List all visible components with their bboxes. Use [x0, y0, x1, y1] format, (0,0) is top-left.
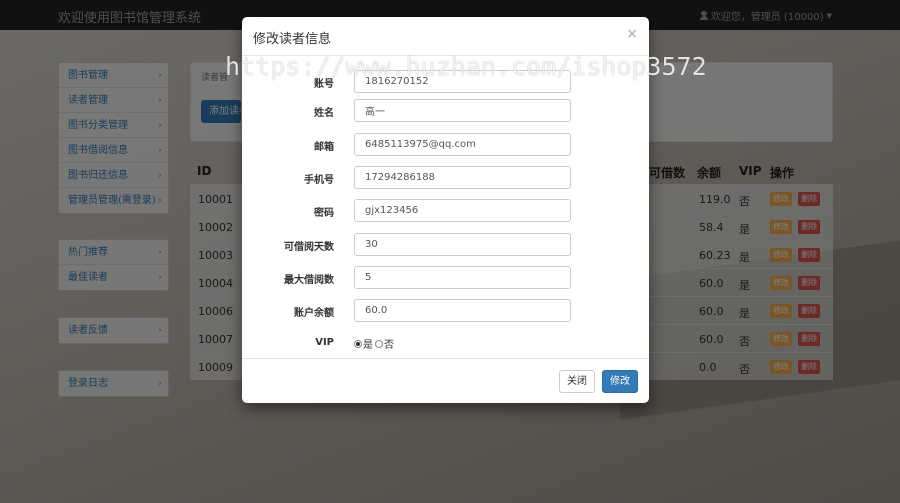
vip-yes-label: 是: [363, 340, 373, 351]
form-row-vip: VIP 是 否: [242, 332, 649, 355]
form-row-password: 密码: [242, 199, 649, 222]
modal-footer: 关闭 修改: [242, 358, 649, 403]
submit-edit-button[interactable]: 修改: [602, 370, 638, 393]
password-field[interactable]: [354, 199, 571, 222]
form-row-borrow-days: 可借阅天数: [242, 233, 649, 256]
modal-header: 修改读者信息 ×: [242, 17, 649, 56]
max-borrow-field[interactable]: [354, 266, 571, 289]
email-field[interactable]: [354, 133, 571, 156]
borrow-days-label: 可借阅天数: [284, 242, 334, 253]
vip-label: VIP: [315, 337, 334, 348]
email-label: 邮箱: [314, 142, 334, 153]
modal-title: 修改读者信息: [253, 32, 332, 47]
close-button[interactable]: 关闭: [559, 370, 595, 393]
form-row-max-borrow: 最大借阅数: [242, 266, 649, 289]
watermark-text: https://www.huzhan.com/ishop3572: [225, 52, 707, 81]
form-row-phone: 手机号: [242, 166, 649, 189]
balance-field[interactable]: [354, 299, 571, 322]
form-row-name: 姓名: [242, 99, 649, 122]
borrow-days-field[interactable]: [354, 233, 571, 256]
name-label: 姓名: [314, 108, 334, 119]
max-borrow-label: 最大借阅数: [284, 275, 334, 286]
vip-no-radio[interactable]: [375, 339, 383, 348]
vip-radio-group: 是 否: [354, 336, 394, 351]
form-row-email: 邮箱: [242, 133, 649, 156]
balance-label: 账户余额: [294, 308, 334, 319]
name-field[interactable]: [354, 99, 571, 122]
vip-no-label: 否: [384, 340, 394, 351]
phone-field[interactable]: [354, 166, 571, 189]
vip-yes-radio[interactable]: [354, 339, 362, 348]
close-icon[interactable]: ×: [626, 26, 638, 42]
form-row-balance: 账户余额: [242, 299, 649, 322]
phone-label: 手机号: [304, 175, 334, 186]
password-label: 密码: [314, 208, 334, 219]
